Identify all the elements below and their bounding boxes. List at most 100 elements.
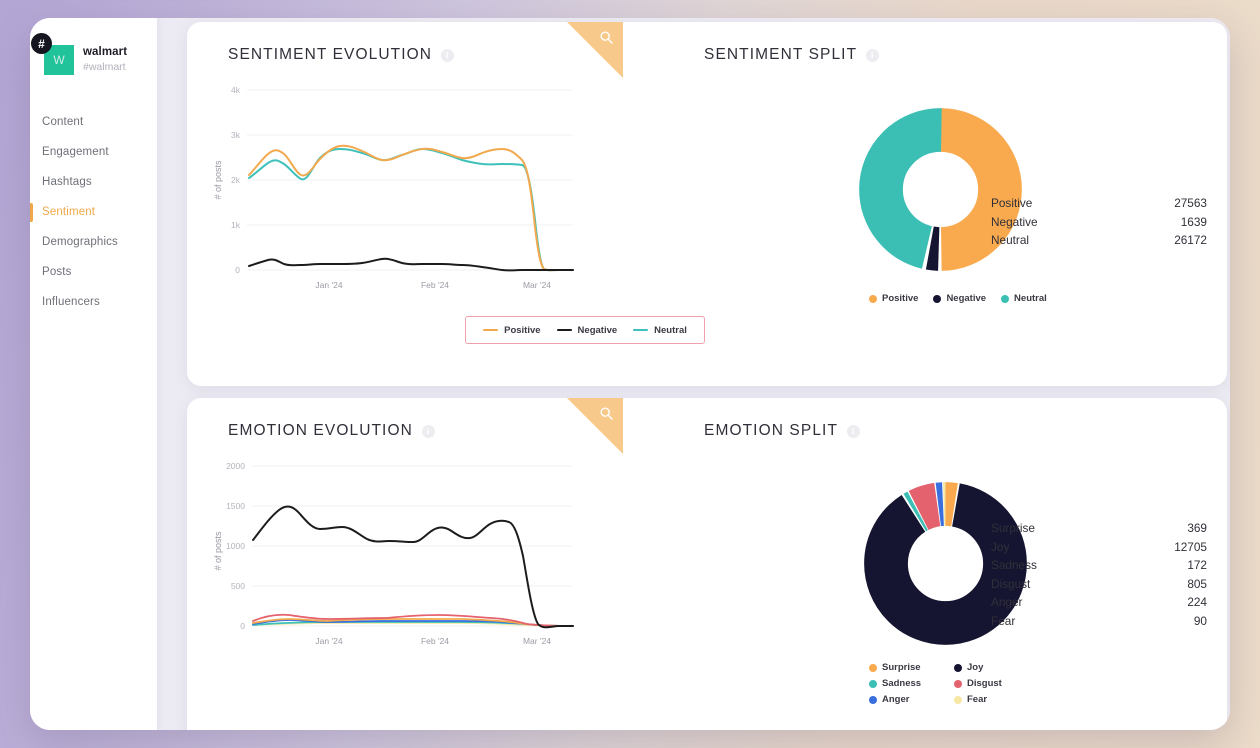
sidebar-item-engagement[interactable]: Engagement bbox=[30, 137, 157, 167]
svg-text:1500: 1500 bbox=[226, 501, 245, 511]
legend-item-positive[interactable]: Positive bbox=[869, 293, 918, 304]
info-icon[interactable]: i bbox=[866, 48, 880, 62]
main-content: SENTIMENT EVOLUTION i 4k 3k 2k 1k 0 # of… bbox=[157, 18, 1230, 730]
series-line-negative bbox=[248, 257, 574, 272]
table-row: Surprise 369 bbox=[991, 519, 1207, 538]
x-axis-ticks: Jan '24 Feb '24 Mar '24 bbox=[315, 280, 551, 290]
legend-swatch-positive bbox=[483, 328, 499, 332]
legend-swatch-joy bbox=[954, 663, 962, 672]
row-value: 172 bbox=[1187, 558, 1207, 572]
sidebar-item-content[interactable]: Content bbox=[30, 107, 157, 137]
legend-swatch-surprise bbox=[869, 663, 877, 672]
info-icon[interactable]: i bbox=[441, 48, 455, 62]
row-label: Positive bbox=[991, 196, 1033, 210]
legend-item-joy[interactable]: Joy bbox=[954, 662, 1024, 673]
legend-swatch-sadness bbox=[869, 679, 877, 688]
brand-handle: #walmart bbox=[83, 61, 126, 74]
emotion-evolution-panel: EMOTION EVOLUTION i 2000 1500 1000 500 0… bbox=[187, 398, 663, 730]
legend-label: Joy bbox=[967, 662, 984, 673]
info-icon[interactable]: i bbox=[847, 424, 861, 438]
row-label: Sadness bbox=[991, 558, 1037, 572]
avatar-wrapper: W # bbox=[31, 33, 74, 75]
series-line-positive bbox=[248, 144, 574, 272]
sidebar-item-influencers[interactable]: Influencers bbox=[30, 287, 157, 317]
row-label: Neutral bbox=[991, 233, 1030, 247]
row-value: 26172 bbox=[1174, 233, 1207, 247]
sentiment-donut-svg bbox=[859, 108, 1022, 271]
svg-text:500: 500 bbox=[231, 581, 245, 591]
hashtag-badge-icon: # bbox=[31, 33, 52, 54]
row-label: Anger bbox=[991, 595, 1023, 609]
sentiment-split-legend[interactable]: Positive Negative Neutral bbox=[869, 293, 1119, 304]
sidebar-nav: Content Engagement Hashtags Sentiment De… bbox=[30, 107, 157, 317]
svg-text:0: 0 bbox=[240, 621, 245, 631]
sidebar-item-sentiment[interactable]: Sentiment bbox=[30, 197, 157, 227]
emotion-split-panel: EMOTION SPLIT i Surprise Joy Sadness Dis… bbox=[663, 398, 1227, 730]
row-value: 805 bbox=[1187, 576, 1207, 591]
svg-text:2k: 2k bbox=[231, 175, 241, 185]
ribbon-triangle bbox=[567, 398, 623, 454]
legend-item-negative[interactable]: Negative bbox=[556, 324, 618, 336]
row-label: Surprise bbox=[991, 521, 1035, 535]
legend-item-disgust[interactable]: Disgust bbox=[954, 678, 1024, 689]
sentiment-evolution-expand-button[interactable] bbox=[567, 22, 623, 78]
legend-item-fear[interactable]: Fear bbox=[954, 694, 1024, 705]
row-label: Negative bbox=[991, 214, 1038, 229]
sentiment-values-table: Positive 27563 Negative 1639 Neutral 261… bbox=[991, 194, 1207, 250]
sentiment-line-svg: 4k 3k 2k 1k 0 # of posts Jan '24 Feb '24 bbox=[213, 85, 574, 290]
emotion-split-title: EMOTION SPLIT i bbox=[704, 422, 861, 440]
svg-text:3k: 3k bbox=[231, 130, 241, 140]
legend-label: Surprise bbox=[882, 662, 921, 673]
sentiment-donut-chart bbox=[853, 102, 1028, 277]
svg-text:0: 0 bbox=[235, 265, 240, 275]
legend-swatch-positive bbox=[869, 294, 877, 303]
brand-text: walmart #walmart bbox=[83, 46, 127, 73]
y-axis-ticks: 2000 1500 1000 500 0 bbox=[226, 461, 245, 631]
legend-label: Positive bbox=[882, 293, 919, 304]
table-row: Negative 1639 bbox=[991, 213, 1207, 232]
gridlines bbox=[251, 465, 572, 627]
emotion-evolution-expand-button[interactable] bbox=[567, 398, 623, 454]
row-value: 27563 bbox=[1174, 196, 1207, 210]
table-row: Anger 224 bbox=[991, 593, 1207, 612]
legend-label: Sadness bbox=[882, 678, 922, 689]
app-window: W # walmart #walmart Content Engagement … bbox=[30, 18, 1230, 730]
panel-title-text: EMOTION SPLIT bbox=[704, 422, 839, 439]
legend-swatch-disgust bbox=[954, 679, 962, 688]
svg-text:4k: 4k bbox=[231, 85, 241, 95]
sidebar-item-posts[interactable]: Posts bbox=[30, 257, 157, 287]
legend-label: Negative bbox=[577, 324, 618, 336]
svg-text:Feb '24: Feb '24 bbox=[421, 280, 449, 290]
sidebar-item-demographics[interactable]: Demographics bbox=[30, 227, 157, 257]
svg-text:Mar '24: Mar '24 bbox=[523, 636, 551, 646]
legend-item-anger[interactable]: Anger bbox=[869, 694, 939, 705]
brand-name: walmart bbox=[83, 46, 128, 59]
emotion-values-table: Surprise 369 Joy 12705 Sadness 172 Disgu… bbox=[991, 519, 1207, 630]
sentiment-evolution-chart: 4k 3k 2k 1k 0 # of posts Jan '24 Feb '24 bbox=[207, 80, 647, 330]
legend-item-neutral[interactable]: Neutral bbox=[1001, 293, 1047, 304]
legend-item-positive[interactable]: Positive bbox=[483, 325, 541, 336]
legend-item-surprise[interactable]: Surprise bbox=[869, 662, 939, 673]
row-value: 1639 bbox=[1180, 214, 1207, 229]
y-axis-label: # of posts bbox=[213, 531, 223, 571]
search-icon bbox=[600, 31, 613, 44]
row-label: Fear bbox=[991, 613, 1016, 628]
panel-title-text: SENTIMENT EVOLUTION bbox=[228, 46, 433, 63]
row-value: 369 bbox=[1187, 521, 1207, 535]
info-icon[interactable]: i bbox=[421, 424, 435, 438]
row-label: Joy bbox=[991, 539, 1010, 554]
brand-header[interactable]: W # walmart #walmart bbox=[30, 33, 157, 82]
emotion-split-legend[interactable]: Surprise Joy Sadness Disgust Anger Fear bbox=[869, 662, 1099, 705]
legend-item-sadness[interactable]: Sadness bbox=[869, 678, 939, 689]
emotion-card: EMOTION EVOLUTION i 2000 1500 1000 500 0… bbox=[187, 398, 1227, 730]
table-row: Disgust 805 bbox=[991, 575, 1207, 594]
sidebar-item-hashtags[interactable]: Hashtags bbox=[30, 167, 157, 197]
legend-item-negative[interactable]: Negative bbox=[933, 293, 986, 304]
svg-text:Jan '24: Jan '24 bbox=[315, 280, 342, 290]
sentiment-split-title: SENTIMENT SPLIT i bbox=[704, 46, 880, 64]
svg-text:1k: 1k bbox=[231, 220, 241, 230]
svg-text:Mar '24: Mar '24 bbox=[523, 280, 551, 290]
legend-label: Fear bbox=[967, 694, 988, 705]
table-row: Sadness 172 bbox=[991, 556, 1207, 575]
row-value: 12705 bbox=[1174, 539, 1207, 554]
